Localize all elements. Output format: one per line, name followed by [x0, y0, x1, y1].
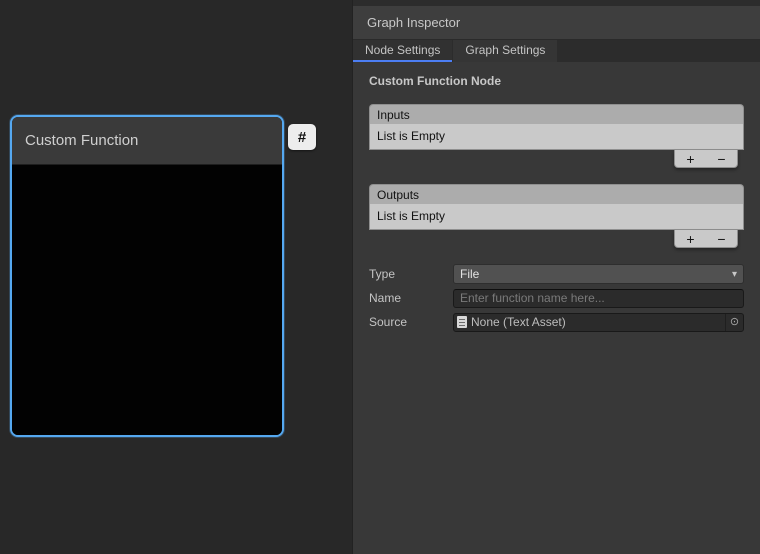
- object-picker-icon[interactable]: ⊙: [725, 314, 743, 331]
- list-header-label: Outputs: [377, 188, 419, 202]
- tab-graph-settings[interactable]: Graph Settings: [453, 40, 557, 62]
- name-label: Name: [369, 291, 453, 305]
- inputs-list: Inputs List is Empty + −: [369, 104, 744, 168]
- inspector-content: Custom Function Node Inputs List is Empt…: [353, 62, 760, 554]
- node-header[interactable]: Custom Function: [12, 117, 282, 165]
- name-row: Name: [353, 286, 760, 310]
- remove-item-button[interactable]: −: [717, 232, 725, 246]
- hash-icon: #: [298, 129, 306, 146]
- inspector-header[interactable]: Graph Inspector: [353, 6, 760, 40]
- section-title: Custom Function Node: [369, 74, 760, 88]
- tab-label: Node Settings: [365, 43, 440, 57]
- object-field-value: None (Text Asset): [471, 315, 566, 329]
- graph-canvas[interactable]: Custom Function # Graph Inspector Node S…: [0, 0, 760, 554]
- text-asset-icon: [457, 316, 467, 328]
- list-header-label: Inputs: [377, 108, 410, 122]
- outputs-list-footer: + −: [674, 230, 738, 248]
- graph-inspector-panel: Graph Inspector Node Settings Graph Sett…: [352, 0, 760, 554]
- node-title: Custom Function: [25, 132, 138, 149]
- list-empty-label: List is Empty: [377, 209, 445, 223]
- tab-label: Graph Settings: [465, 43, 545, 57]
- tab-node-settings[interactable]: Node Settings: [353, 40, 452, 62]
- inputs-list-body[interactable]: List is Empty: [369, 124, 744, 150]
- remove-item-button[interactable]: −: [717, 152, 725, 166]
- inputs-list-footer: + −: [674, 150, 738, 168]
- chevron-down-icon: ▾: [732, 269, 737, 280]
- inspector-title: Graph Inspector: [367, 15, 460, 30]
- type-label: Type: [369, 267, 453, 281]
- outputs-list: Outputs List is Empty + −: [369, 184, 744, 248]
- source-object-field[interactable]: None (Text Asset) ⊙: [453, 313, 744, 332]
- outputs-list-header[interactable]: Outputs: [369, 184, 744, 204]
- outputs-list-body[interactable]: List is Empty: [369, 204, 744, 230]
- list-empty-label: List is Empty: [377, 129, 445, 143]
- inputs-list-header[interactable]: Inputs: [369, 104, 744, 124]
- node-precision-badge[interactable]: #: [288, 124, 316, 150]
- add-item-button[interactable]: +: [686, 152, 694, 166]
- node-settings-fields: Type File ▾ Name Source None (Text Asset…: [353, 262, 760, 334]
- source-row: Source None (Text Asset) ⊙: [353, 310, 760, 334]
- type-row: Type File ▾: [353, 262, 760, 286]
- type-dropdown[interactable]: File ▾: [453, 264, 744, 284]
- node-body: [12, 165, 282, 435]
- dropdown-value: File: [460, 267, 479, 281]
- inspector-tabbar: Node Settings Graph Settings: [353, 40, 760, 62]
- source-label: Source: [369, 315, 453, 329]
- custom-function-node[interactable]: Custom Function: [10, 115, 284, 437]
- function-name-input[interactable]: [453, 289, 744, 308]
- add-item-button[interactable]: +: [686, 232, 694, 246]
